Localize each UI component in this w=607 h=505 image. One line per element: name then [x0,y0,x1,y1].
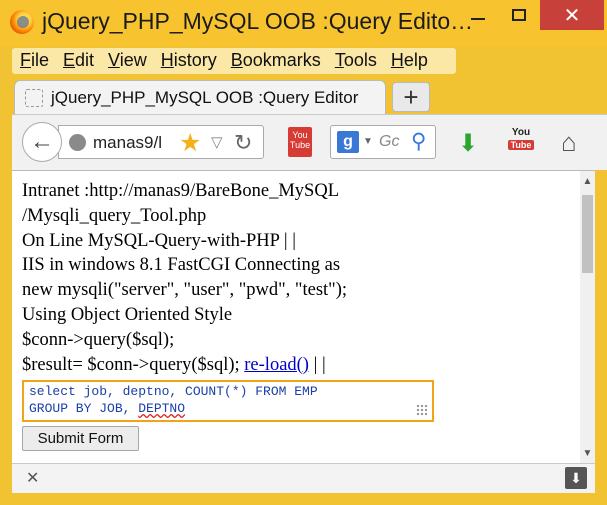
minimize-button[interactable] [458,0,498,30]
add-on-bar: ✕ ⬇ [12,463,595,493]
url-text: manas9/l [93,133,162,152]
page-icon [25,89,43,107]
search-engine-dropdown-icon[interactable]: ▼ [363,136,373,147]
page-text: Intranet :http://manas9/BareBone_MySQL /… [22,179,347,377]
bookmark-star-icon[interactable]: ★ [179,128,201,158]
navigation-toolbar: manas9/l ★ ▽ ↻ ← You Tube g ▼ Gc ⚲ ⬇ You… [12,114,607,170]
search-box[interactable]: g ▼ Gc ⚲ [330,125,436,159]
misspelled-word: DEPTNO [138,401,186,416]
text-line: IIS in windows 8.1 FastCGI Connecting as [22,255,341,276]
query-textarea[interactable]: select job, deptno, COUNT(*) FROM EMP GR… [22,380,434,422]
url-bar[interactable]: manas9/l ★ ▽ ↻ [58,125,264,159]
close-addon-bar-icon[interactable]: ✕ [26,468,39,488]
youtube-icon[interactable]: You Tube [288,127,312,157]
minimize-icon [471,18,485,20]
scroll-up-icon[interactable]: ▲ [580,174,595,189]
result-text: $result= $conn->query($sql); [22,354,245,375]
search-input[interactable]: Gc [379,133,399,151]
maximize-button[interactable] [499,0,539,30]
close-button[interactable]: ✕ [540,0,604,30]
url-dropdown-icon[interactable]: ▽ [211,133,223,151]
page-content: Intranet :http://manas9/BareBone_MySQL /… [12,170,595,463]
download-icon[interactable]: ⬇ [458,129,478,158]
maximize-icon [512,9,526,21]
text-line: Using Object Oriented Style [22,304,233,325]
menu-help[interactable]: Help [391,50,428,71]
menu-history[interactable]: History [161,50,217,71]
menu-file[interactable]: File [20,50,49,71]
firefox-logo-icon [10,10,34,34]
google-icon[interactable]: g [337,131,359,153]
youtube-tube-text: Tube [508,140,534,150]
download-status-icon[interactable]: ⬇ [565,467,587,489]
back-button[interactable]: ← [22,122,62,162]
window-title: jQuery_PHP_MySQL OOB :Query Edito… [42,8,474,34]
text-line: $conn->query($sql); [22,329,175,350]
youtube-you-text: You [511,127,531,138]
query-line-1: select job, deptno, COUNT(*) FROM EMP [29,384,318,399]
text-line: Intranet :http://manas9/BareBone_MySQL [22,181,340,201]
text-line-result: $result= $conn->query($sql); re-load() |… [22,353,347,378]
tab-query-editor[interactable]: jQuery_PHP_MySQL OOB :Query Editor [14,80,386,114]
menu-view[interactable]: View [108,50,147,71]
youtube-tube-icon[interactable]: You Tube [508,127,534,157]
tab-strip: jQuery_PHP_MySQL OOB :Query Editor + [0,76,607,114]
menu-bar: File Edit View History Bookmarks Tools H… [0,46,607,76]
reload-icon[interactable]: ↻ [234,130,252,156]
vertical-scrollbar[interactable]: ▲ ▼ [580,171,595,463]
title-bar: jQuery_PHP_MySQL OOB :Query Edito… ✕ [0,0,607,46]
tab-label: jQuery_PHP_MySQL OOB :Query Editor [51,88,359,107]
text-line: /Mysqli_query_Tool.php [22,205,207,226]
reload-link[interactable]: re-load() [244,355,309,375]
scroll-thumb[interactable] [582,195,593,273]
query-line-2: GROUP BY JOB, [29,401,139,416]
menu-bookmarks[interactable]: Bookmarks [231,50,321,71]
menu-edit[interactable]: Edit [63,50,94,71]
menu-tools[interactable]: Tools [335,50,377,71]
search-icon[interactable]: ⚲ [411,129,426,154]
scroll-down-icon[interactable]: ▼ [580,446,595,461]
result-suffix: | | [308,354,326,375]
text-line: On Line MySQL-Query-with-PHP | | [22,230,296,251]
globe-icon [69,134,86,151]
submit-form-button[interactable]: Submit Form [22,426,139,451]
home-icon[interactable]: ⌂ [561,127,577,158]
new-tab-button[interactable]: + [392,82,430,112]
resize-grip-icon[interactable] [416,404,428,416]
text-line: new mysqli("server", "user", "pwd", "tes… [22,280,348,301]
